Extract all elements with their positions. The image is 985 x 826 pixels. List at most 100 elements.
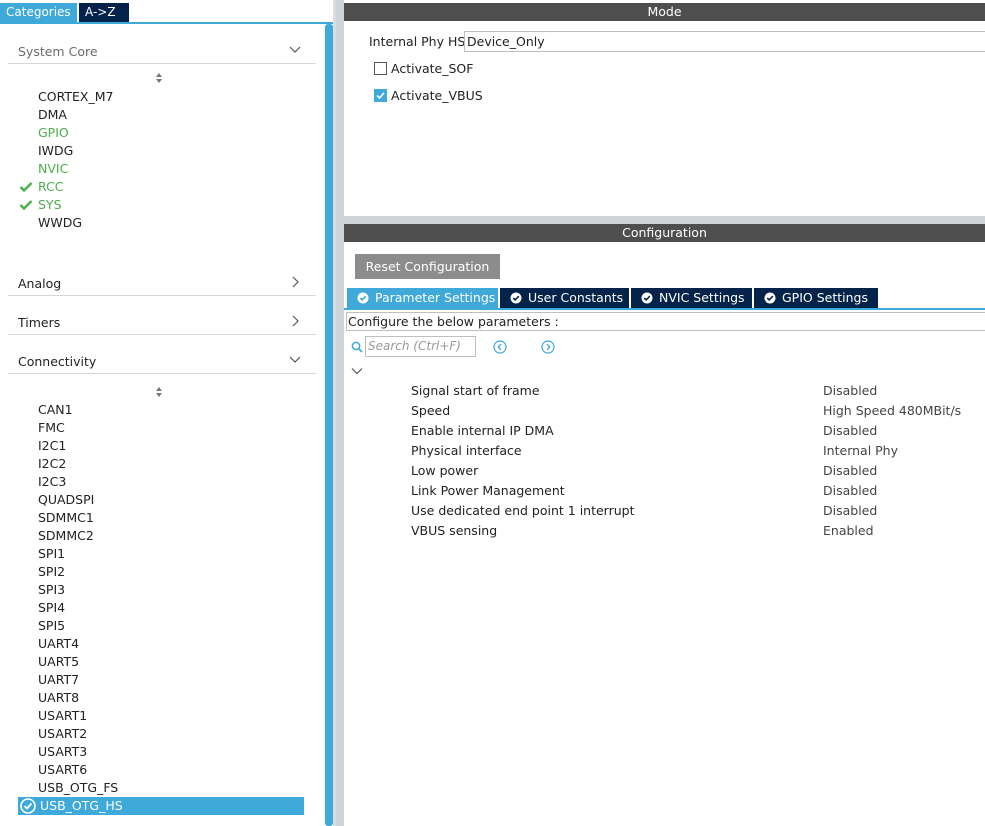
chevron-down-icon	[289, 46, 301, 53]
circle-check-icon	[510, 292, 522, 304]
category-title: Analog	[18, 276, 62, 291]
sort-icon[interactable]	[153, 386, 165, 398]
parameter-value[interactable]: Disabled	[823, 382, 877, 400]
activate-vbus-label: Activate_VBUS	[391, 88, 483, 103]
parameter-value[interactable]: Internal Phy	[823, 442, 898, 460]
list-item-uart8[interactable]: UART8	[38, 689, 79, 707]
configuration-description: Configure the below parameters :	[346, 312, 985, 331]
activate-vbus-checkbox[interactable]	[374, 89, 387, 102]
list-item-i2c2[interactable]: I2C2	[38, 455, 66, 473]
left-scrollbar[interactable]	[325, 24, 333, 826]
chevron-right-icon	[292, 315, 299, 327]
chevron-down-icon[interactable]	[351, 366, 363, 376]
parameter-name: Enable internal IP DMA	[411, 423, 554, 438]
search-icon	[351, 341, 363, 353]
list-item-spi2[interactable]: SPI2	[38, 563, 65, 581]
tab-a-to-z[interactable]: A->Z	[79, 3, 129, 22]
parameter-name: Low power	[411, 463, 479, 478]
list-item-dma[interactable]: DMA	[38, 106, 67, 124]
category-title: Timers	[18, 315, 61, 330]
list-item-usart3[interactable]: USART3	[38, 743, 87, 761]
list-item-sys[interactable]: SYS	[38, 196, 62, 214]
activate-sof-label: Activate_SOF	[391, 61, 474, 76]
circle-check-icon	[20, 798, 36, 814]
list-item-wwdg[interactable]: WWDG	[38, 214, 82, 232]
list-item-spi3[interactable]: SPI3	[38, 581, 65, 599]
splitter-horizontal[interactable]	[344, 216, 985, 224]
reset-configuration-button[interactable]: Reset Configuration	[355, 254, 500, 279]
parameter-value[interactable]: High Speed 480MBit/s	[823, 402, 961, 420]
list-item-usart6[interactable]: USART6	[38, 761, 87, 779]
list-item-i2c1[interactable]: I2C1	[38, 437, 66, 455]
activate-sof-checkbox[interactable]	[374, 62, 387, 75]
tab-gpio-settings[interactable]: GPIO Settings	[754, 288, 878, 308]
parameter-value[interactable]: Disabled	[823, 422, 877, 440]
parameter-value[interactable]: Disabled	[823, 462, 877, 480]
list-item-nvic[interactable]: NVIC	[38, 160, 68, 178]
parameter-name: Link Power Management	[411, 483, 565, 498]
arrow-left-circle-icon[interactable]	[493, 340, 507, 354]
check-icon	[19, 200, 33, 211]
category-connectivity[interactable]: Connectivity	[8, 344, 316, 374]
list-item-usart2[interactable]: USART2	[38, 725, 87, 743]
check-icon	[376, 92, 385, 100]
mode-header: Mode	[344, 3, 985, 21]
parameter-name: Use dedicated end point 1 interrupt	[411, 503, 635, 518]
category-system-core[interactable]: System Core	[8, 34, 316, 64]
list-item-i2c3[interactable]: I2C3	[38, 473, 66, 491]
mode-panel: Internal Phy HS Device_Only Activate_SOF…	[344, 21, 985, 216]
tab-underline	[344, 308, 985, 310]
left-tab-bar: Categories A->Z	[0, 0, 336, 23]
tab-label: GPIO Settings	[782, 290, 868, 305]
internal-phy-select[interactable]: Device_Only	[464, 31, 985, 52]
parameter-name: Signal start of frame	[411, 383, 540, 398]
circle-check-icon	[764, 292, 776, 304]
tab-parameter-settings[interactable]: Parameter Settings	[347, 288, 498, 308]
list-item-spi1[interactable]: SPI1	[38, 545, 65, 563]
chevron-right-icon	[292, 276, 299, 288]
list-item-rcc[interactable]: RCC	[38, 178, 64, 196]
list-item-usb-otg-hs[interactable]: USB_OTG_HS	[18, 797, 304, 815]
internal-phy-label: Internal Phy HS	[369, 34, 466, 49]
parameter-value[interactable]: Enabled	[823, 522, 874, 540]
configuration-header: Configuration	[344, 224, 985, 242]
check-icon	[19, 182, 33, 193]
tab-label: NVIC Settings	[659, 290, 745, 305]
category-title: Connectivity	[18, 354, 97, 369]
list-item-uart5[interactable]: UART5	[38, 653, 79, 671]
tab-label: Parameter Settings	[375, 290, 496, 305]
list-item-sdmmc1[interactable]: SDMMC1	[38, 509, 94, 527]
category-analog[interactable]: Analog	[8, 266, 316, 296]
list-item-usb-otg-fs[interactable]: USB_OTG_FS	[38, 779, 118, 797]
category-title: System Core	[18, 44, 98, 59]
list-item-spi5[interactable]: SPI5	[38, 617, 65, 635]
category-timers[interactable]: Timers	[8, 305, 316, 335]
parameter-name: VBUS sensing	[411, 523, 498, 538]
list-item-can1[interactable]: CAN1	[38, 401, 73, 419]
list-item-usart1[interactable]: USART1	[38, 707, 87, 725]
arrow-right-circle-icon[interactable]	[541, 340, 555, 354]
tab-nvic-settings[interactable]: NVIC Settings	[631, 288, 752, 308]
list-item-sdmmc2[interactable]: SDMMC2	[38, 527, 94, 545]
search-input[interactable]: Search (Ctrl+F)	[365, 336, 476, 357]
sort-icon[interactable]	[153, 72, 165, 84]
list-item-spi4[interactable]: SPI4	[38, 599, 65, 617]
list-item-iwdg[interactable]: IWDG	[38, 142, 73, 160]
list-item-cortex-m7[interactable]: CORTEX_M7	[38, 88, 113, 106]
tab-label: User Constants	[528, 290, 624, 305]
parameter-name: Physical interface	[411, 443, 522, 458]
tab-user-constants[interactable]: User Constants	[500, 288, 629, 308]
parameter-value[interactable]: Disabled	[823, 482, 877, 500]
parameter-name: Speed	[411, 403, 451, 418]
splitter-vertical[interactable]	[336, 0, 344, 826]
circle-check-icon	[641, 292, 653, 304]
tab-categories[interactable]: Categories	[0, 3, 77, 22]
list-item-uart4[interactable]: UART4	[38, 635, 79, 653]
list-item-label: USB_OTG_HS	[40, 798, 123, 813]
tab-underline	[0, 22, 336, 24]
list-item-gpio[interactable]: GPIO	[38, 124, 69, 142]
list-item-uart7[interactable]: UART7	[38, 671, 79, 689]
parameter-value[interactable]: Disabled	[823, 502, 877, 520]
list-item-quadspi[interactable]: QUADSPI	[38, 491, 94, 509]
list-item-fmc[interactable]: FMC	[38, 419, 65, 437]
